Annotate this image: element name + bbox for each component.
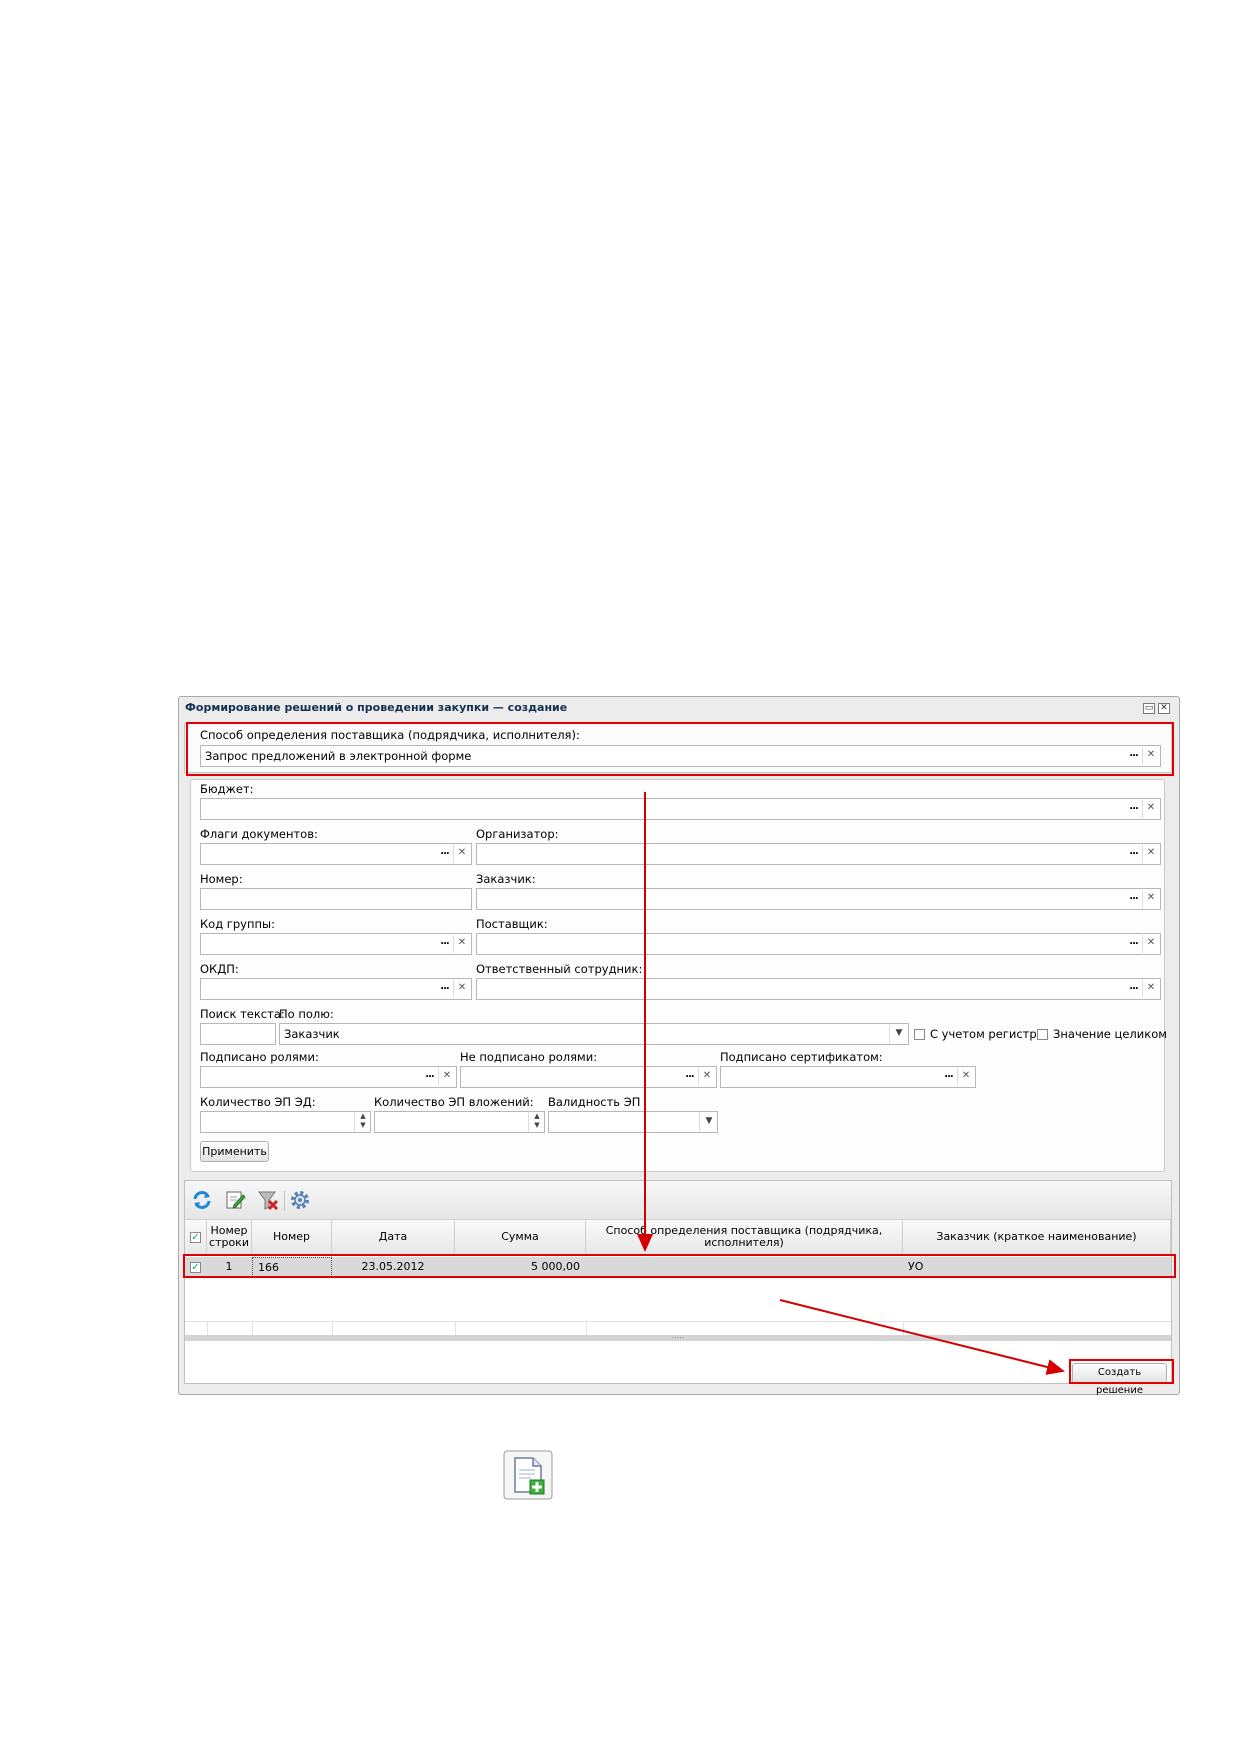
add-document-icon [503,1450,553,1500]
annotation-arrows [637,792,1065,1375]
arrow-to-create [779,1299,1065,1375]
